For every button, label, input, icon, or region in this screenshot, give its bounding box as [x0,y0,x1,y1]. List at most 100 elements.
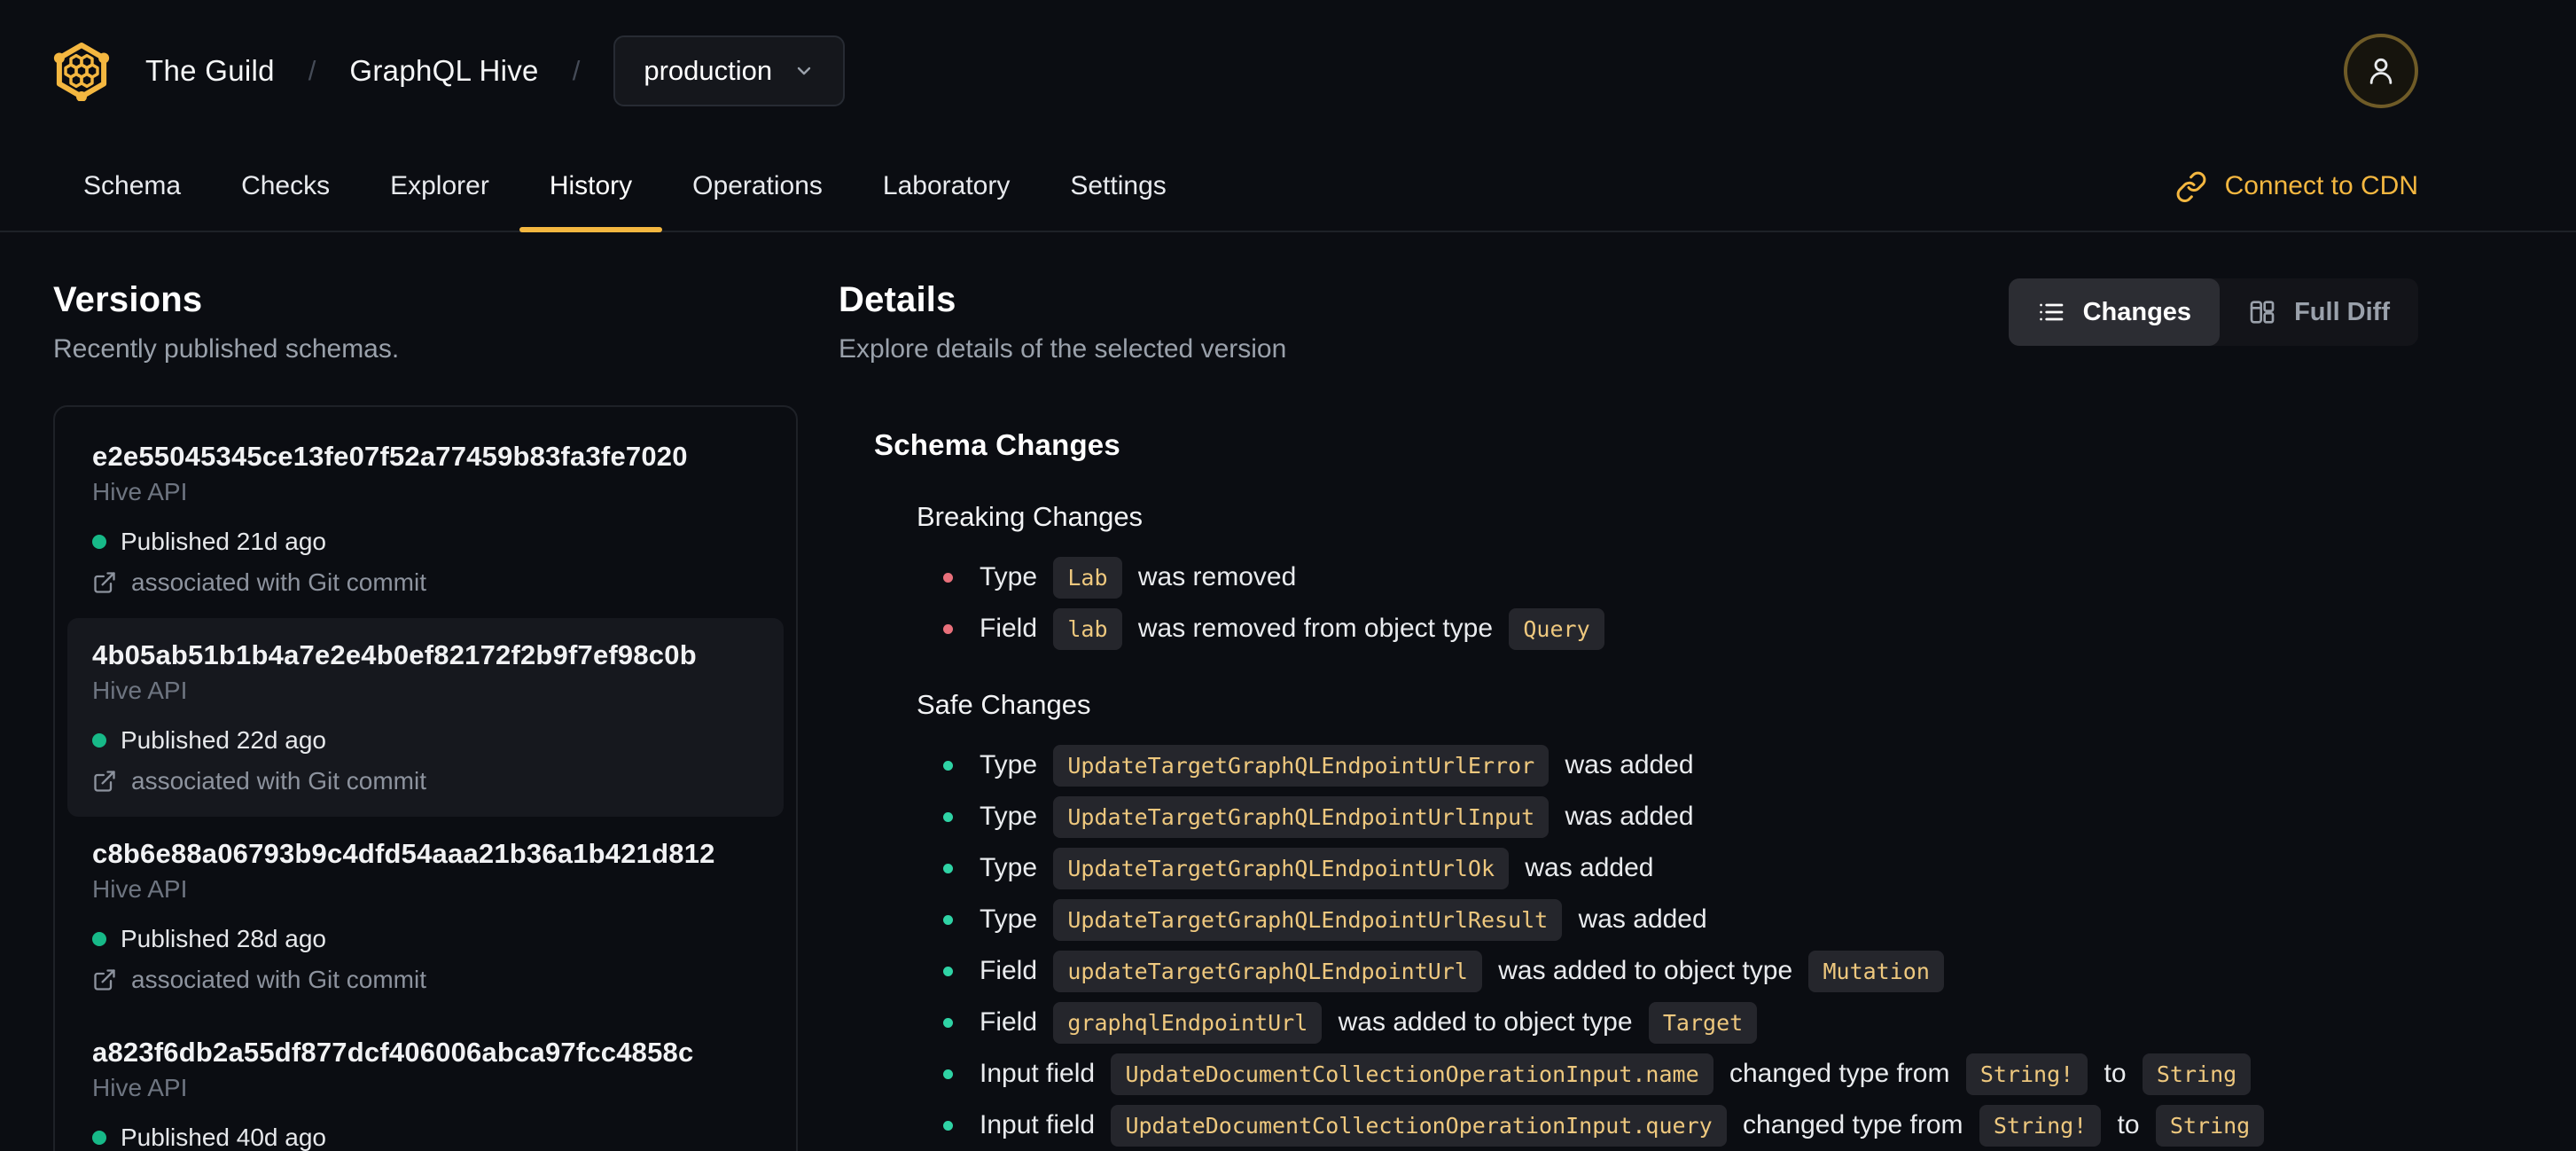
schema-coordinate-badge: Mutation [1808,950,1944,992]
git-commit-label: associated with Git commit [131,966,426,993]
schema-changes-title: Schema Changes [874,428,1120,461]
tab-history[interactable]: History [519,142,663,232]
schema-coordinate-badge: Target [1648,1001,1758,1044]
view-toggle-group: Changes Full Diff [2008,278,2418,346]
published-dot-icon [92,733,106,748]
user-avatar-button[interactable] [2344,34,2418,108]
version-card[interactable]: e2e55045345ce13fe07f52a77459b83fa3fe7020… [67,419,784,618]
version-card[interactable]: 4b05ab51b1b4a7e2e4b0ef82172f2b9f7ef98c0b… [67,618,784,817]
change-text: was added [1518,853,1654,882]
breadcrumb-separator: / [308,55,316,86]
change-text: was added [1571,904,1707,934]
schema-coordinate-badge: UpdateTargetGraphQLEndpointUrlError [1053,744,1550,787]
columns-icon [2250,301,2275,324]
app-header: The Guild / GraphQL Hive / production [0,0,2576,142]
details-header: Details Explore details of the selected … [839,232,2418,364]
schema-coordinate-badge: Query [1509,607,1604,650]
target-selector[interactable]: production [613,35,846,106]
tab-laboratory[interactable]: Laboratory [853,142,1040,231]
change-text: to [2110,1110,2147,1139]
change-text: Field [980,1007,1045,1037]
change-text: Field [980,614,1045,643]
schema-coordinate-badge: String [2155,1104,2265,1147]
versions-title: Versions [53,280,203,319]
full-diff-view-label: Full Diff [2294,297,2390,326]
change-text: was removed [1130,562,1297,591]
bullet-icon [943,914,953,925]
person-icon [2369,58,2393,84]
schema-coordinate-badge: UpdateDocumentCollectionOperationInput.q… [1111,1104,1727,1147]
full-diff-view-button[interactable]: Full Diff [2220,278,2418,346]
schema-coordinate-badge: UpdateDocumentCollectionOperationInput.n… [1111,1053,1713,1095]
bullet-icon [943,863,953,873]
change-item: Field lab was removed from object type Q… [943,607,2418,650]
schema-changes-groups: Breaking Changes Type Lab was removed Fiel… [874,501,2418,1147]
change-item-text: Type Lab was removed [980,556,1297,599]
change-text: was removed from object type [1130,614,1501,643]
bullet-icon [943,1120,953,1131]
git-commit-link[interactable]: associated with Git commit [92,767,759,795]
breadcrumb-org[interactable]: The Guild [145,54,275,88]
version-list: e2e55045345ce13fe07f52a77459b83fa3fe7020… [53,405,798,1151]
change-text: Field [980,956,1045,985]
target-selector-value: production [644,55,773,86]
version-published: Published 28d ago [92,925,759,953]
git-commit-label: associated with Git commit [131,568,426,596]
change-item: Field updateTargetGraphQLEndpointUrl was… [943,950,2418,992]
bullet-icon [943,623,953,634]
schema-coordinate-badge: lab [1053,607,1122,650]
git-commit-link[interactable]: associated with Git commit [92,568,759,597]
published-label: Published 40d ago [121,1124,326,1151]
change-item-text: Field updateTargetGraphQLEndpointUrl was… [980,950,1953,992]
change-item-text: Field lab was removed from object type Q… [980,607,1613,650]
changes-view-button[interactable]: Changes [2008,278,2221,346]
version-card[interactable]: a823f6db2a55df877dcf406006abca97fcc4858c… [67,1015,784,1151]
change-list: Type Lab was removed Field lab was remove… [943,556,2418,650]
bullet-icon [943,1069,953,1079]
main-content: Versions Recently published schemas. e2e… [0,232,2576,1151]
change-item: Type UpdateTargetGraphQLEndpointUrlError… [943,744,2418,787]
version-published: Published 40d ago [92,1124,759,1151]
change-item: Field graphqlEndpointUrl was added to ob… [943,1001,2418,1044]
published-dot-icon [92,1131,106,1145]
published-dot-icon [92,932,106,946]
version-hash: e2e55045345ce13fe07f52a77459b83fa3fe7020 [92,441,688,472]
versions-subtitle: Recently published schemas. [53,334,400,364]
external-link-icon [94,572,115,593]
change-item: Type UpdateTargetGraphQLEndpointUrlOk wa… [943,847,2418,889]
hive-logo-icon[interactable] [53,41,110,101]
tab-settings[interactable]: Settings [1040,142,1196,231]
published-label: Published 21d ago [121,528,326,555]
change-item-text: Type UpdateTargetGraphQLEndpointUrlInput… [980,795,1694,838]
schema-coordinate-badge: String [2142,1053,2252,1095]
change-item-text: Input field UpdateDocumentCollectionOper… [980,1053,2260,1095]
change-text: Type [980,802,1045,831]
tab-checks[interactable]: Checks [211,142,360,231]
git-commit-link[interactable]: associated with Git commit [92,966,759,994]
main-nav: Schema Checks Explorer History Operations Lab… [0,142,2576,232]
connect-to-cdn-link[interactable]: Connect to CDN [2175,142,2418,231]
list-icon [2039,303,2063,321]
schema-coordinate-badge: String! [1965,1053,2088,1095]
tab-explorer[interactable]: Explorer [360,142,519,231]
change-text: Type [980,853,1045,882]
change-item: Input field UpdateDocumentCollectionOper… [943,1053,2418,1095]
version-card[interactable]: c8b6e88a06793b9c4dfd54aaa21b36a1b421d812… [67,817,784,1015]
breadcrumb: The Guild / GraphQL Hive / production [145,35,846,106]
tab-schema[interactable]: Schema [53,142,211,231]
details-title: Details [839,280,956,319]
schema-coordinate-badge: UpdateTargetGraphQLEndpointUrlResult [1053,898,1563,941]
connect-to-cdn-label: Connect to CDN [2224,171,2418,200]
change-text: changed type from [1735,1110,1971,1139]
change-item-text: Type UpdateTargetGraphQLEndpointUrlError… [980,744,1694,787]
version-hash: a823f6db2a55df877dcf406006abca97fcc4858c [92,1037,694,1068]
change-item-text: Type UpdateTargetGraphQLEndpointUrlResul… [980,898,1707,941]
change-text: Type [980,750,1045,779]
breadcrumb-project[interactable]: GraphQL Hive [349,54,538,88]
tab-operations[interactable]: Operations [662,142,853,231]
version-hash: c8b6e88a06793b9c4dfd54aaa21b36a1b421d812 [92,838,715,869]
change-list: Type UpdateTargetGraphQLEndpointUrlError… [943,744,2418,1147]
change-item: Input field UpdateDocumentCollectionOper… [943,1104,2418,1147]
change-text: was added [1557,750,1694,779]
change-group-title: Breaking Changes [917,501,1144,532]
